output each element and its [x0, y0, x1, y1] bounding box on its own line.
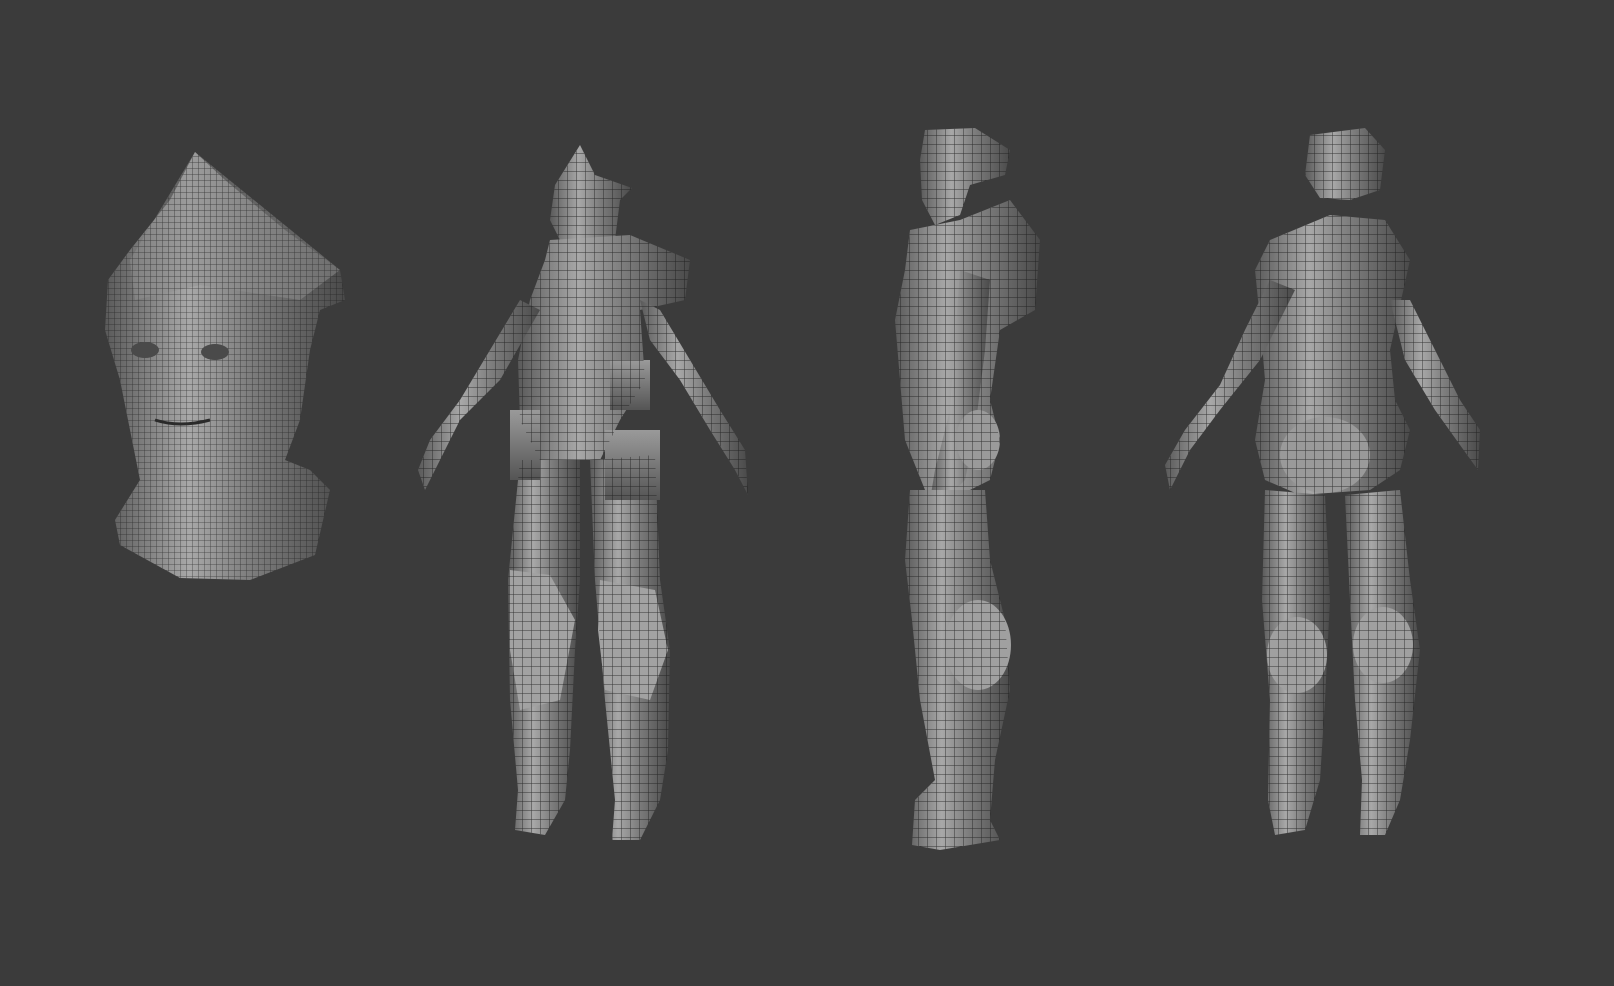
viewport[interactable]	[0, 0, 1614, 986]
head-closeup[interactable]	[105, 152, 345, 580]
back-view[interactable]	[1165, 128, 1480, 835]
front-view[interactable]	[418, 145, 748, 840]
eye-left	[131, 342, 159, 358]
side-view[interactable]	[895, 128, 1040, 850]
scene-canvas	[105, 128, 1480, 850]
eye-right	[201, 344, 229, 360]
